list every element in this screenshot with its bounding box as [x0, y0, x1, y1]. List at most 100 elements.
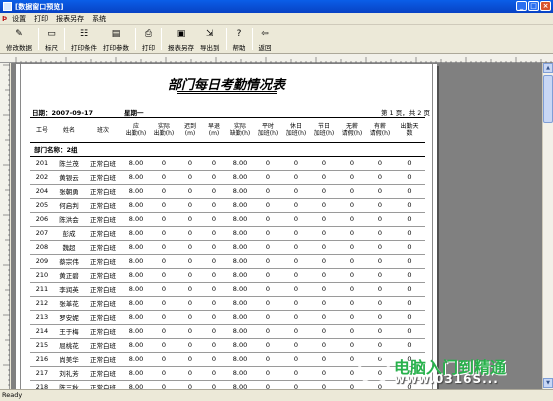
table-cell: 0: [282, 352, 310, 367]
table-cell: 正常白班: [84, 198, 122, 213]
table-cell: 0: [254, 254, 282, 269]
table-cell: 0: [366, 338, 394, 353]
table-cell: 211: [30, 282, 54, 297]
table-cell: 0: [202, 380, 226, 389]
table-cell: 0: [254, 198, 282, 213]
toolbar-button-ruler[interactable]: ▭ 标尺: [42, 26, 61, 52]
table-cell: 0: [202, 254, 226, 269]
toolbar-button-print-params[interactable]: ▤ 打印参数: [100, 26, 132, 52]
table-cell: 209: [30, 254, 54, 269]
table-row: 211 李润英 正常白班 8.00 0 0 0 8.00 0 0 0 0 0 0: [30, 282, 425, 297]
vertical-scrollbar[interactable]: ▲ ▼: [542, 63, 553, 389]
table-cell: 207: [30, 226, 54, 241]
table-cell: 8.00: [122, 380, 150, 389]
table-cell: 0: [282, 338, 310, 353]
table-cell: 0: [178, 240, 202, 255]
toolbar-button-return[interactable]: ⇦ 返回: [256, 26, 275, 52]
table-cell: 0: [366, 240, 394, 255]
column-header: 出勤天 数: [400, 123, 419, 138]
toolbar-button-export[interactable]: ⇲ 导出到: [197, 26, 223, 52]
table-cell: 8.00: [122, 338, 150, 353]
maximize-button[interactable]: □: [528, 1, 539, 11]
table-cell: 0: [394, 338, 425, 353]
menu-settings[interactable]: 设置: [12, 14, 26, 24]
table-cell: 0: [394, 324, 425, 339]
table-cell: 0: [394, 254, 425, 269]
table-cell: 0: [178, 184, 202, 199]
toolbar-button-help[interactable]: ? 帮助: [230, 26, 249, 52]
scrollbar-thumb[interactable]: [543, 75, 553, 123]
table-cell: 正常白班: [84, 310, 122, 325]
table-cell: 黄正碧: [54, 268, 84, 283]
table-cell: 0: [254, 212, 282, 227]
page-margin-line: [432, 64, 433, 389]
toolbar-button-save-report[interactable]: ▣ 报表另存: [165, 26, 197, 52]
column-header: 班次: [96, 126, 109, 134]
title-underline: [177, 91, 277, 92]
report-weekday: 星期一: [124, 109, 144, 117]
toolbar-button-print-condition[interactable]: ☷ 打印条件: [68, 26, 100, 52]
column-header: 平时 加班(h): [257, 123, 279, 138]
table-cell: 0: [254, 352, 282, 367]
table-cell: 0: [394, 198, 425, 213]
table-cell: 0: [202, 212, 226, 227]
table-cell: 0: [178, 226, 202, 241]
table-cell: 0: [282, 366, 310, 381]
table-cell: 0: [202, 184, 226, 199]
table-cell: 0: [394, 268, 425, 283]
table-cell: 0: [150, 198, 178, 213]
table-cell: 0: [282, 380, 310, 389]
table-cell: 正常白班: [84, 352, 122, 367]
table-cell: 0: [178, 366, 202, 381]
table-cell: 0: [310, 352, 338, 367]
table-cell: 0: [282, 268, 310, 283]
table-cell: 217: [30, 366, 54, 381]
table-cell: 0: [338, 282, 366, 297]
column-header: 有薪 请假(h): [369, 123, 391, 138]
table-cell: 0: [394, 310, 425, 325]
table-cell: 0: [178, 352, 202, 367]
column-header: 节日 加班(h): [313, 123, 335, 138]
column-header: 迟到 (m): [183, 123, 196, 138]
table-row: 210 黄正碧 正常白班 8.00 0 0 0 8.00 0 0 0 0 0 0: [30, 268, 425, 283]
table-cell: 0: [338, 268, 366, 283]
table-cell: 0: [178, 212, 202, 227]
table-cell: 黄银云: [54, 170, 84, 185]
menu-system[interactable]: 系统: [92, 14, 106, 24]
column-header: 实际 缺勤(h): [229, 123, 251, 138]
menu-print[interactable]: 打印: [34, 14, 48, 24]
table-cell: 8.00: [226, 338, 254, 353]
table-cell: 0: [254, 296, 282, 311]
table-cell: 0: [282, 310, 310, 325]
toolbar-button-label: 打印条件: [71, 44, 97, 52]
close-button[interactable]: ×: [540, 1, 551, 11]
preview-viewport[interactable]: 部门每日考勤情况表 日期：2007-09-17 星期一 第 1 页，共 2 页 …: [11, 63, 542, 389]
table-cell: 0: [150, 324, 178, 339]
table-row: 204 张朝勇 正常白班 8.00 0 0 0 8.00 0 0 0 0 0 0: [30, 184, 425, 199]
app-menu-icon[interactable]: Þ: [2, 15, 7, 23]
minimize-button[interactable]: _: [516, 1, 527, 11]
table-cell: 0: [366, 226, 394, 241]
table-cell: 0: [310, 380, 338, 389]
table-cell: 0: [178, 324, 202, 339]
table-cell: 0: [282, 296, 310, 311]
table-cell: 0: [338, 170, 366, 185]
table-cell: 尚美华: [54, 352, 84, 367]
table-cell: 0: [150, 170, 178, 185]
table-cell: 202: [30, 170, 54, 185]
table-cell: 正常白班: [84, 212, 122, 227]
table-cell: 0: [338, 296, 366, 311]
toolbar-button-printer[interactable]: ⎙ 打印: [139, 26, 158, 52]
table-cell: 8.00: [226, 324, 254, 339]
menu-save-report[interactable]: 报表另存: [56, 14, 84, 24]
table-cell: 8.00: [226, 240, 254, 255]
scroll-up-icon[interactable]: ▲: [543, 63, 553, 73]
table-cell: 8.00: [226, 254, 254, 269]
table-cell: 0: [178, 310, 202, 325]
table-cell: 正常白班: [84, 282, 122, 297]
table-cell: 0: [310, 240, 338, 255]
table-cell: 8.00: [226, 282, 254, 297]
table-row: 206 陈洪会 正常白班 8.00 0 0 0 8.00 0 0 0 0 0 0: [30, 212, 425, 227]
toolbar-button-edit-data[interactable]: ✎ 修改数据: [3, 26, 35, 52]
table-cell: 0: [310, 198, 338, 213]
